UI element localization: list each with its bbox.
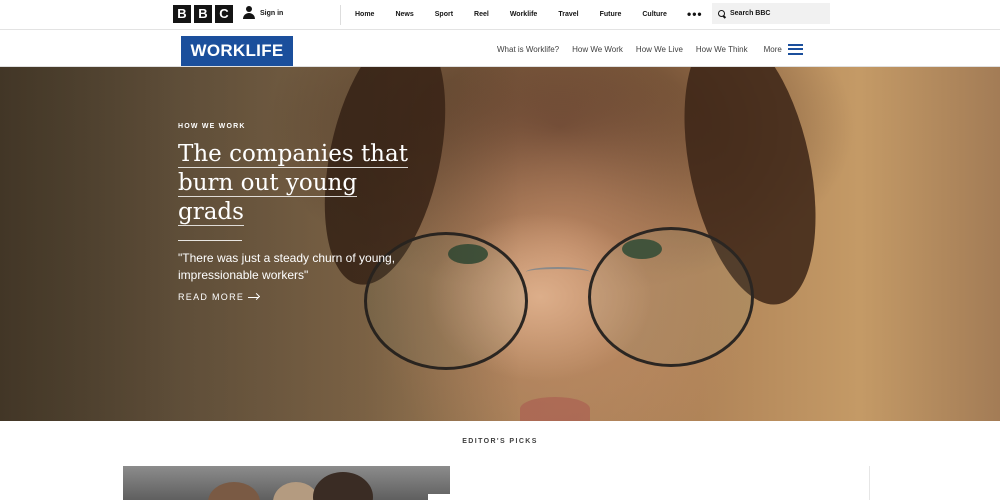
glasses-bridge [526,267,590,277]
hero-text-overlay [0,67,520,421]
headline-line: grads [178,199,244,226]
hero-headline[interactable]: The companies that burn out young grads [178,140,423,227]
nav-culture[interactable]: Culture [642,0,667,30]
worklife-nav: What is Worklife? How We Work How We Liv… [497,31,803,67]
worklife-bar: WORKLIFE What is Worklife? How We Work H… [0,31,1000,67]
subnav-what-is-worklife[interactable]: What is Worklife? [497,45,559,54]
hero-kicker[interactable]: HOW WE WORK [178,123,246,130]
more-menu-button[interactable]: More [763,43,803,55]
nav-news[interactable]: News [395,0,413,30]
thumbnail-detail [313,472,373,500]
nav-travel[interactable]: Travel [558,0,578,30]
nav-sport[interactable]: Sport [435,0,453,30]
subnav-how-we-live[interactable]: How We Live [636,45,683,54]
sign-in-link[interactable]: Sign in [243,6,283,20]
glasses-lens [588,227,754,367]
nav-future[interactable]: Future [600,0,622,30]
bbc-logo[interactable]: B B C [173,5,233,23]
more-menu-icon[interactable]: ••• [687,8,703,20]
search-placeholder: Search BBC [730,10,771,17]
nav-worklife[interactable]: Worklife [510,0,538,30]
worklife-logo[interactable]: WORKLIFE [181,36,293,66]
pick-card[interactable] [428,494,870,500]
nav-reel[interactable]: Reel [474,0,489,30]
read-more-label: READ MORE [178,292,245,302]
headline-line: burn out young [178,170,358,197]
sign-in-label: Sign in [260,9,284,17]
search-input[interactable]: Search BBC [712,3,830,24]
user-icon [243,6,255,20]
hero-image[interactable] [0,67,1000,421]
read-more-link[interactable]: READ MORE [178,292,260,302]
subnav-how-we-think[interactable]: How We Think [696,45,748,54]
bbc-logo-letter: B [194,5,212,23]
subnav-how-we-work[interactable]: How We Work [572,45,623,54]
bbc-top-bar: B B C Sign in Home News Sport Reel Workl… [0,0,1000,30]
hamburger-menu-icon [787,43,803,55]
divider [869,466,870,500]
bbc-logo-letter: C [215,5,233,23]
thumbnail-detail [208,482,260,500]
headline-line: The companies that [178,141,408,168]
bbc-logo-letter: B [173,5,191,23]
bbc-main-nav: Home News Sport Reel Worklife Travel Fut… [341,0,667,30]
search-icon [718,9,726,18]
headline-rule [178,240,242,241]
pick-thumbnail[interactable] [123,466,450,500]
more-label: More [763,44,782,54]
hero-photo-detail [520,397,590,421]
editors-picks-heading: EDITOR'S PICKS [462,438,538,445]
nav-home[interactable]: Home [355,0,374,30]
arrow-right-icon [248,293,260,301]
hero-quote: "There was just a steady churn of young,… [178,251,396,282]
